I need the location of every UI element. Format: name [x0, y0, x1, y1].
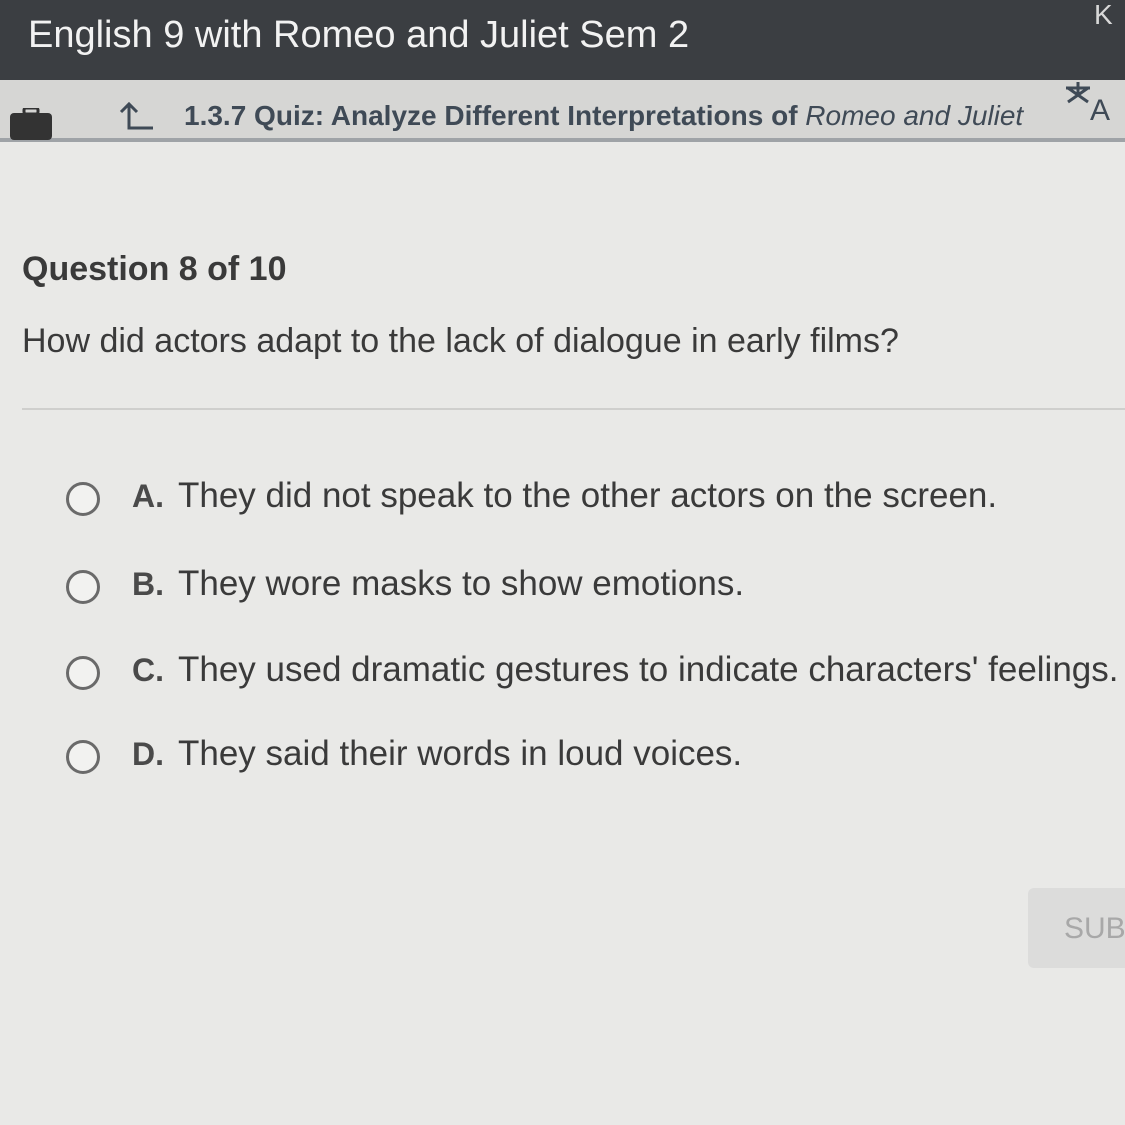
up-arrow-icon[interactable] — [115, 102, 155, 134]
course-header: English 9 with Romeo and Juliet Sem 2 K — [0, 0, 1125, 80]
quiz-header: 1.3.7 Quiz: Analyze Different Interpreta… — [0, 80, 1125, 142]
option-letter: C. — [132, 652, 164, 688]
option-text: They said their words in loud voices. — [178, 734, 743, 773]
quiz-title-italic: Romeo and Juliet — [805, 100, 1024, 131]
question-text: How did actors adapt to the lack of dial… — [22, 322, 899, 360]
text-to-speech-icon: A — [1066, 82, 1110, 127]
submit-button[interactable]: SUBMIT — [1028, 888, 1125, 968]
option-letter: B. — [132, 566, 164, 602]
option-letter: D. — [132, 736, 164, 772]
divider — [22, 408, 1125, 410]
radio-button[interactable] — [66, 656, 100, 690]
quiz-title: 1.3.7 Quiz: Analyze Different Interpreta… — [184, 100, 1023, 132]
tts-button[interactable]: A — [1060, 80, 1125, 138]
option-text: They did not speak to the other actors o… — [178, 476, 998, 515]
course-title: English 9 with Romeo and Juliet Sem 2 — [28, 14, 690, 56]
quiz-title-prefix: 1.3.7 Quiz: Analyze Different Interpreta… — [184, 100, 806, 131]
briefcase-icon[interactable] — [10, 108, 52, 140]
tts-letter: A — [1090, 94, 1110, 127]
radio-button[interactable] — [66, 482, 100, 516]
radio-button[interactable] — [66, 570, 100, 604]
question-counter: Question 8 of 10 — [22, 250, 287, 288]
radio-button[interactable] — [66, 740, 100, 774]
option-text: They wore masks to show emotions. — [178, 564, 745, 603]
user-menu-icon[interactable]: K — [1094, 0, 1125, 30]
option-text: They used dramatic gestures to indicate … — [178, 650, 1119, 689]
option-letter: A. — [132, 478, 164, 514]
